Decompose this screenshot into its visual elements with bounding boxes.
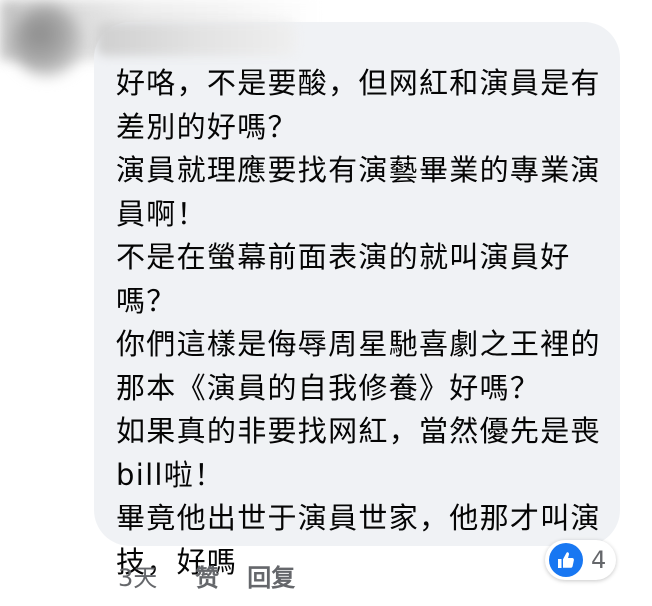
reaction-summary[interactable]: 4: [545, 540, 617, 580]
comment-text: 好咯，不是要酸，但网紅和演員是有 差別的好嗎？ 演員就理應要找有演藝畢業的專業演…: [116, 62, 606, 584]
comment-line: 嗎？: [116, 283, 177, 318]
comment-screenshot: 好咯，不是要酸，但网紅和演員是有 差別的好嗎？ 演員就理應要找有演藝畢業的專業演…: [0, 0, 652, 606]
comment-line: 員啊！: [116, 196, 207, 231]
commenter-name-blurred[interactable]: [96, 22, 296, 56]
comment-line: 畢竟他出世于演員世家，他那才叫演: [116, 501, 601, 535]
reply-button[interactable]: 回复: [247, 562, 295, 594]
reaction-count: 4: [591, 546, 607, 574]
like-button[interactable]: 赞: [195, 562, 219, 594]
comment-line: 那本《演員的自我修養》好嗎？: [116, 370, 541, 405]
comment-timestamp[interactable]: 3天: [118, 562, 157, 594]
thumbs-up-icon: [549, 543, 583, 577]
comment-line: 不是在螢幕前面表演的就叫演員好: [116, 240, 571, 274]
comment-line: bill啦！: [116, 457, 225, 492]
comment-line: 如果真的非要找网紅，當然優先是喪: [116, 414, 601, 448]
comment-line: 差別的好嗎？: [116, 109, 298, 144]
comment-line: 你們這樣是侮辱周星馳喜劇之王裡的: [116, 327, 601, 361]
avatar[interactable]: [12, 6, 82, 76]
comment-actions: 3天 赞 回复: [118, 562, 295, 594]
comment-line: 演員就理應要找有演藝畢業的專業演: [116, 153, 601, 187]
comment-line: 好咯，不是要酸，但网紅和演員是有: [116, 66, 601, 100]
